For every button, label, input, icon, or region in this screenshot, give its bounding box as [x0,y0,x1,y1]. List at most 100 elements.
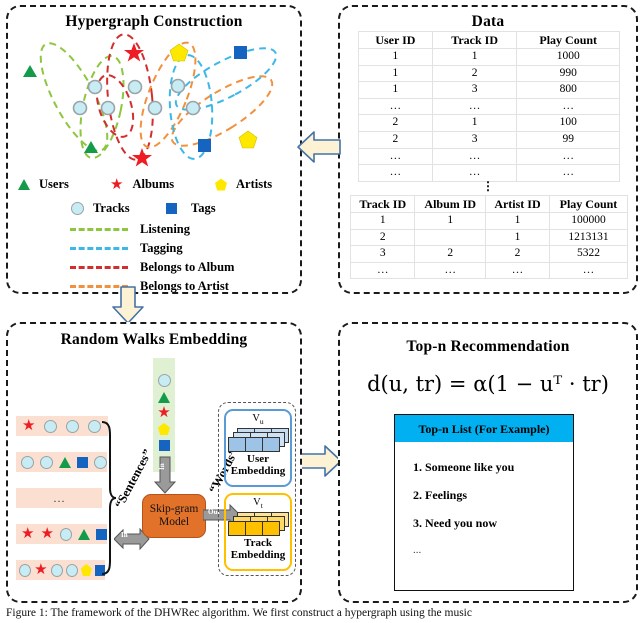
circle-icon [65,563,78,577]
cell: … [516,164,620,182]
label-in-sentences: In [121,531,128,539]
square-icon [158,440,170,451]
legend-item-tags: Tags [166,201,216,216]
panel-data: Data User ID Track ID Play Count 1 1 100… [338,5,638,294]
topn-list-header-label: Top-n List (For Example) [418,421,550,436]
column-header: Play Count [548,194,629,214]
skip-gram-model-box: Skip-gram Model [142,494,206,538]
star-icon: ★ [22,418,36,434]
table-row: 1 1 1 100000 [349,212,629,230]
circle-icon [19,563,32,577]
circle-icon [71,202,84,215]
list-item: ★ ★ [16,524,107,544]
column-header: Album ID [414,194,487,214]
cell: 990 [516,64,620,83]
dashed-line-belongs-album [70,266,128,269]
cell: 5322 [548,245,629,263]
legend-label-belongs-album: Belongs to Album [140,260,235,274]
arrow-right-walks-to-topn [298,445,342,477]
table-row: … … … … [349,261,629,280]
legend-label-belongs-artist: Belongs to Artist [140,279,229,293]
track-embedding-vector-label: Vt [253,497,263,511]
cell: 3 [431,130,518,149]
list-item: 2. Feelings [413,488,467,502]
cell: 2 [414,245,487,263]
cell: … [414,261,487,280]
triangle-icon [78,528,91,540]
star-icon: ★ [157,405,171,421]
table-row: 1 2 990 [358,64,620,83]
table-row: 2 1 1213131 [349,228,629,247]
cell: … [349,261,416,280]
cell: 1 [358,64,433,83]
legend-label-users: Users [39,177,69,191]
cell: 2 [485,245,550,263]
legend-label-tags: Tags [191,201,216,215]
list-item-ellipsis: … [16,488,102,508]
cell [414,228,487,247]
pentagon-icon [215,178,227,191]
table-row: 3 2 2 5322 [349,245,629,263]
pentagon-icon [158,423,170,435]
circle-icon [40,455,53,469]
circle-icon [50,563,63,577]
cell: … [358,147,433,166]
list-item: 1. Someone like you [413,460,515,474]
table-row: 1 3 800 [358,81,620,99]
cell: … [358,164,433,182]
table-row: 2 3 99 [358,130,620,149]
track-embedding-stack [227,511,289,536]
track-embedding-line-2: Embedding [230,549,286,562]
square-icon [77,456,88,468]
arrow-in-vocabulary [154,456,176,494]
cell: … [358,97,433,116]
panel-hypergraph-construction: Hypergraph Construction Users ★ Albums A… [6,5,302,294]
table-row: 2 1 100 [358,114,620,132]
cell: … [431,164,518,182]
cell: … [485,261,550,280]
circle-icon [44,419,58,433]
cell: … [516,147,620,166]
cell: 2 [358,114,433,132]
track-embedding-box: Vt Track Embedding [224,493,292,571]
list-item: ★ [16,416,108,436]
ellipsis-text: … [53,490,65,505]
legend-item-listening: Listening [70,222,190,237]
circle-icon [88,419,102,433]
label-in-vocabulary: In [158,463,166,470]
panel-title-data: Data [471,13,505,30]
list-item: 3. Need you now [413,516,498,530]
vocabulary-bar: ★ [153,358,175,472]
table-row: 1 1 1000 [358,48,620,66]
cell: 1 [485,212,550,230]
circle-icon [59,527,73,541]
table-track-album-artist-playcount: Track ID Album ID Artist ID Play Count 1… [349,194,629,280]
embeddings-container: Vu User Embedding Vt Track Embedding [218,402,296,576]
legend-label-artists: Artists [236,177,273,191]
cell: 100000 [548,212,629,230]
legend-item-users: Users [18,177,69,192]
cell: 800 [516,81,620,99]
column-header: Play Count [516,30,620,50]
topn-list-header: Top-n List (For Example) [394,414,574,444]
cell: 3 [431,81,518,99]
legend-item-belongs-artist: Belongs to Artist [70,279,229,294]
track-embedding-line-1: Track [244,536,272,549]
cell: 1 [414,212,487,230]
cell: 99 [516,130,620,149]
dashed-line-tagging [70,247,128,250]
square-icon [166,203,177,214]
cell: 1 [485,228,550,247]
circle-icon [157,374,171,387]
cell: … [431,147,518,166]
user-embedding-line-1: User [247,452,269,465]
cell: 1213131 [548,228,629,247]
model-line-2: Model [158,516,190,528]
cell: 3 [349,245,416,263]
cell: … [548,261,629,280]
cell: … [516,97,620,116]
list-item: ★ [16,560,105,580]
arrow-down-hypergraph-to-walks [112,286,144,324]
legend-label-albums: Albums [132,177,175,191]
legend-item-belongs-album: Belongs to Album [70,260,234,275]
